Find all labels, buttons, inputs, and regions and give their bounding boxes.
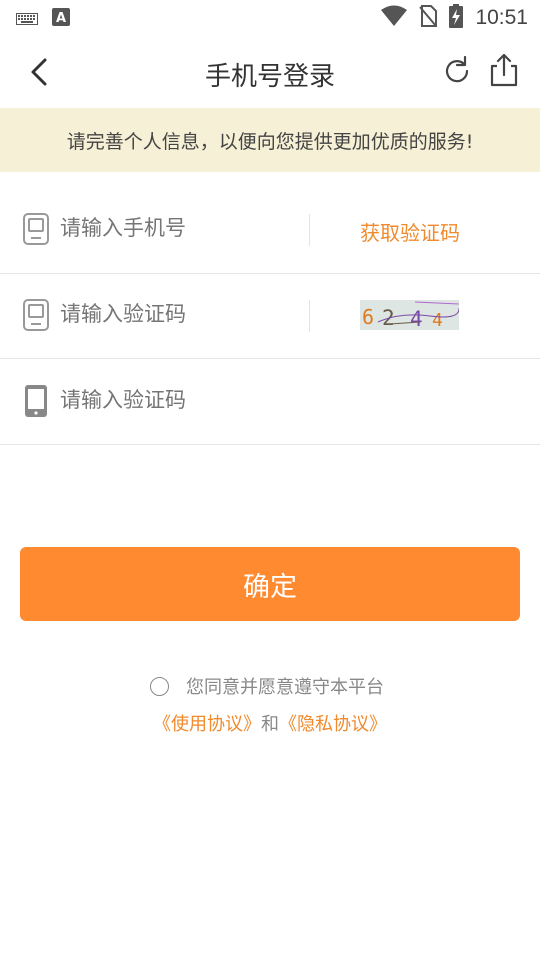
phone-input[interactable]: [60, 216, 300, 240]
agreement-line: 您同意并愿意遵守本平台: [150, 673, 384, 699]
phone-filled-icon: [22, 384, 50, 418]
phone-outline-icon: [22, 212, 50, 246]
agreement-links: 《使用协议》和《隐私协议》: [0, 710, 540, 736]
phone-row: 获取验证码: [0, 172, 540, 274]
refresh-icon[interactable]: [440, 54, 474, 88]
svg-text:4: 4: [432, 310, 443, 330]
text-a-icon: A: [52, 8, 70, 30]
user-agreement-link[interactable]: 《使用协议》: [153, 714, 261, 735]
phone-outline-icon: [22, 298, 50, 332]
status-time: 10:51: [475, 6, 528, 29]
no-sim-icon: [419, 5, 438, 31]
share-icon[interactable]: [486, 52, 522, 88]
agreement-text: 您同意并愿意遵守本平台: [186, 677, 384, 698]
keyboard-icon: [16, 10, 38, 29]
info-notice-banner: 请完善个人信息，以便向您提供更加优质的服务!: [0, 108, 540, 172]
svg-text:A: A: [56, 11, 66, 26]
status-bar: A 10:51: [0, 0, 540, 36]
notice-text: 请完善个人信息，以便向您提供更加优质的服务!: [66, 130, 474, 153]
sms-code-input[interactable]: [60, 388, 300, 412]
privacy-agreement-link[interactable]: 《隐私协议》: [279, 714, 387, 735]
confirm-button[interactable]: 确定: [20, 547, 520, 621]
image-code-row: 6 2 4 4: [0, 274, 540, 359]
row-divider: [309, 300, 310, 332]
image-code-input[interactable]: [60, 302, 300, 326]
sms-code-row: [0, 359, 540, 445]
nav-bar: 手机号登录: [0, 36, 540, 108]
captcha-image[interactable]: 6 2 4 4: [360, 300, 459, 330]
row-divider: [309, 214, 310, 246]
agree-radio[interactable]: [150, 676, 169, 696]
svg-text:4: 4: [410, 307, 423, 330]
status-left: A: [16, 8, 70, 30]
svg-text:6: 6: [362, 305, 374, 329]
wifi-icon: [381, 5, 408, 31]
get-code-button[interactable]: 获取验证码: [360, 217, 460, 246]
battery-charging-icon: [449, 4, 464, 32]
and-text: 和: [261, 714, 279, 735]
status-right: 10:51: [381, 4, 528, 32]
